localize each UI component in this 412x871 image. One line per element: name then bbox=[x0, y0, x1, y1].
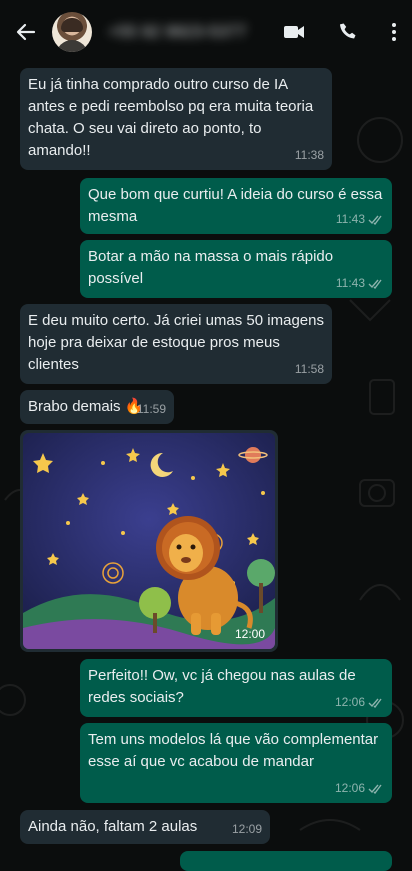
read-ticks-icon bbox=[368, 784, 382, 794]
incoming-image-message[interactable]: 12:00 bbox=[20, 430, 278, 652]
message-time: 12:00 bbox=[234, 627, 265, 641]
incoming-message[interactable]: Eu já tinha comprado outro curso de IA a… bbox=[20, 68, 332, 170]
outgoing-message[interactable]: Perfeito!! Ow, vc já chegou nas aulas de… bbox=[80, 659, 392, 717]
outgoing-message[interactable]: Que bom que curtiu! A ideia do curso é e… bbox=[80, 178, 392, 234]
incoming-message[interactable]: Ainda não, faltam 2 aulas 12:09 bbox=[20, 810, 270, 844]
lion-illustration-image[interactable]: 12:00 bbox=[23, 433, 275, 649]
incoming-message[interactable]: E deu muito certo. Já criei umas 50 imag… bbox=[20, 304, 332, 384]
outgoing-message[interactable]: Botar a mão na massa o mais rápido possí… bbox=[80, 240, 392, 298]
read-ticks-icon bbox=[368, 279, 382, 289]
message-time: 11:38 bbox=[294, 148, 324, 162]
message-time: 12:06 bbox=[335, 691, 384, 713]
message-text: Tem uns modelos lá que vão complementar … bbox=[88, 731, 383, 770]
chat-header: +55 92 9923-5377 bbox=[0, 0, 412, 64]
message-time: 11:43 bbox=[336, 272, 384, 294]
video-camera-icon[interactable] bbox=[282, 20, 306, 44]
contact-avatar[interactable] bbox=[52, 12, 92, 52]
phone-icon[interactable] bbox=[337, 20, 361, 44]
contact-name[interactable]: +55 92 9923-5377 bbox=[108, 22, 278, 42]
message-time: 12:09 bbox=[231, 822, 262, 836]
message-text: Eu já tinha comprado outro curso de IA a… bbox=[28, 76, 318, 159]
message-time: 11:43 bbox=[336, 208, 384, 230]
message-time: 11:58 bbox=[294, 362, 324, 376]
message-text: E deu muito certo. Já criei umas 50 imag… bbox=[28, 312, 329, 373]
more-vertical-icon[interactable] bbox=[382, 20, 406, 44]
outgoing-message[interactable]: Tem uns modelos lá que vão complementar … bbox=[80, 723, 392, 803]
incoming-message[interactable]: Brabo demais 🔥 11:59 bbox=[20, 390, 174, 424]
message-time: 11:59 bbox=[136, 402, 166, 416]
read-ticks-icon bbox=[368, 215, 382, 225]
arrow-left-icon[interactable] bbox=[14, 20, 38, 44]
message-time: 12:06 bbox=[335, 777, 384, 799]
message-text: Ainda não, faltam 2 aulas bbox=[28, 818, 198, 835]
read-ticks-icon bbox=[368, 698, 382, 708]
outgoing-message[interactable] bbox=[180, 851, 392, 871]
